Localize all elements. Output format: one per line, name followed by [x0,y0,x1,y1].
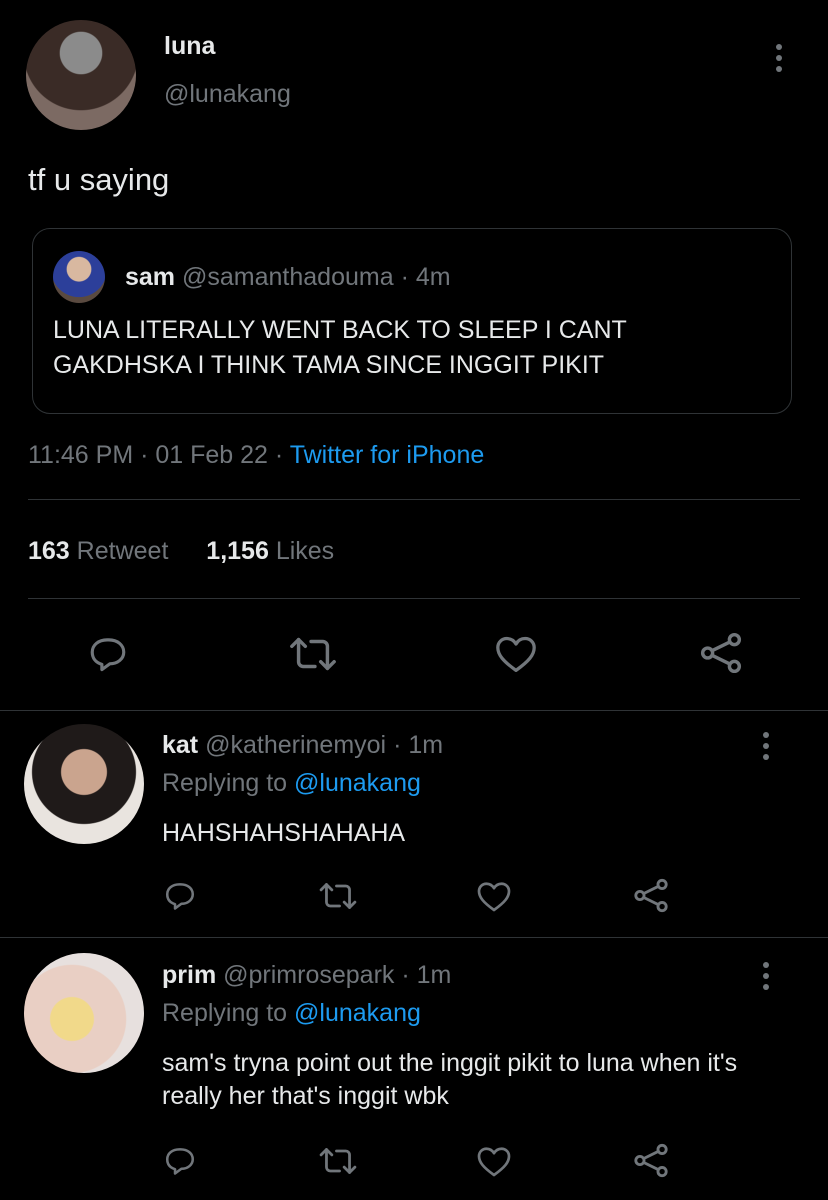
share-icon[interactable] [632,1143,670,1178]
luna-avatar[interactable] [26,20,136,130]
reply-author-name[interactable]: prim [162,961,216,989]
tweet-text: tf u saying [28,162,170,197]
retweet-count[interactable]: 163 [28,537,70,565]
replying-to-link[interactable]: @lunakang [294,999,421,1027]
author-name[interactable]: luna [164,32,215,61]
reply-author-handle[interactable]: @katherinemyoi [205,731,386,759]
reply-icon[interactable] [162,1143,198,1177]
quoted-time: · 4m [400,263,451,291]
like-count[interactable]: 1,156 [206,537,269,565]
more-icon[interactable] [763,962,769,990]
reply-icon[interactable] [162,878,198,912]
author-handle[interactable]: @lunakang [164,80,291,109]
quoted-author-name: sam [125,263,176,291]
retweet-icon[interactable] [318,880,358,912]
divider [28,499,800,500]
reply-time: · 1m [401,961,452,989]
replying-to-label: Replying to [162,769,295,797]
kat-avatar[interactable] [24,724,144,844]
retweet-icon[interactable] [288,634,338,674]
divider [28,598,800,599]
replying-to-label: Replying to [162,999,295,1027]
reply-author-name[interactable]: kat [162,731,198,759]
retweet-label[interactable]: Retweet [77,537,169,565]
divider [0,937,828,938]
share-icon[interactable] [632,878,670,913]
quoted-author-handle: @samanthadouma [182,263,394,291]
replying-to-link[interactable]: @lunakang [294,769,421,797]
sam-avatar [53,251,105,303]
share-icon[interactable] [698,632,744,674]
tweet-source-link[interactable]: Twitter for iPhone [290,441,485,469]
tweet-timestamp: 11:46 PM · 01 Feb 22 · [28,441,290,469]
quoted-tweet-card[interactable]: sam @samanthadouma · 4m LUNA LITERALLY W… [32,228,792,414]
retweet-icon[interactable] [318,1145,358,1177]
reply-author-handle[interactable]: @primrosepark [223,961,394,989]
quoted-text: LUNA LITERALLY WENT BACK TO SLEEP I CANT… [53,316,627,379]
reply-text: HAHSHAHSHAHAHA [162,819,406,847]
divider [0,710,828,711]
like-icon[interactable] [494,634,538,674]
like-icon[interactable] [476,1145,512,1178]
prim-avatar[interactable] [24,953,144,1073]
reply-text: sam's tryna point out the inggit pikit t… [162,1049,738,1110]
reply-icon[interactable] [86,632,130,674]
more-icon[interactable] [763,732,769,760]
more-icon[interactable] [776,44,782,72]
like-icon[interactable] [476,880,512,913]
like-label[interactable]: Likes [276,537,334,565]
reply-time: · 1m [393,731,444,759]
